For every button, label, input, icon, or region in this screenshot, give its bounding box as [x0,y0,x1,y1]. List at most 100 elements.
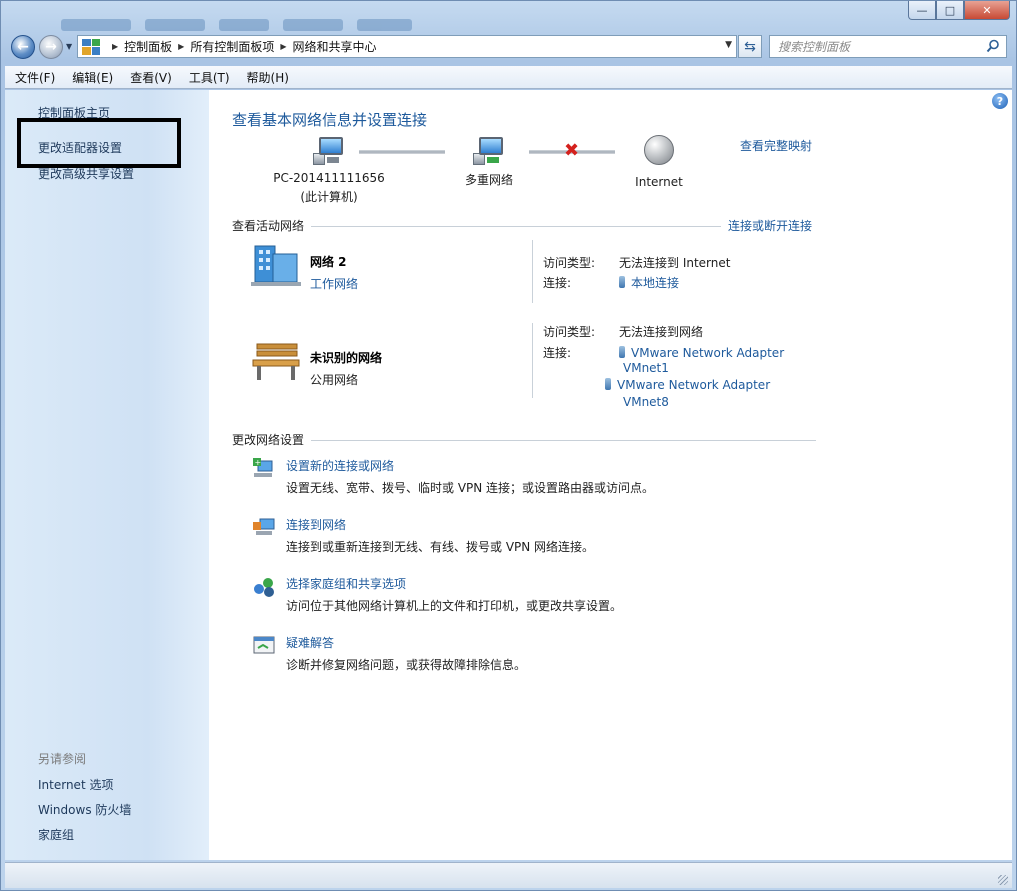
network-2-access: 访问类型: 无法连接到 Internet [543,254,730,271]
vmnet8-link[interactable]: VMware Network Adapter [617,378,770,392]
main-panel: ? 查看基本网络信息并设置连接 查看完整映射 PC-201411111656 (… [209,90,1012,860]
breadcrumb-chevron-icon[interactable]: ▶ [112,42,118,51]
navigation-bar: ← → ▼ ▶ 控制面板 ▶ 所有控制面板项 ▶ 网络和共享中心 ▼ ⇆ [9,33,1010,61]
connections-label: 连接: [543,276,572,290]
address-bar[interactable]: ▶ 控制面板 ▶ 所有控制面板项 ▶ 网络和共享中心 ▼ [77,35,737,58]
vertical-divider [532,323,533,398]
breadcrumb-all-items[interactable]: 所有控制面板项 [190,38,274,55]
task-description: 诊断并修复网络问题，或获得故障排除信息。 [286,658,527,672]
menu-help[interactable]: 帮助(H) [247,69,289,86]
task-description: 访问位于其他网络计算机上的文件和打印机，或更改共享设置。 [286,599,623,613]
refresh-button[interactable]: ⇆ [738,35,762,58]
connections-label: 连接: [543,346,572,360]
search-box[interactable] [769,35,1007,58]
map-node-this-pc: PC-201411111656 (此计算机) [264,137,394,205]
see-also-heading: 另请参阅 [38,752,87,766]
section-divider [311,226,721,227]
network-2-block: 网络 2 工作网络 [310,253,358,292]
breadcrumb-control-panel[interactable]: 控制面板 [124,38,172,55]
access-type-label: 访问类型: [543,256,596,270]
vmnet8-link-line2: VMnet8 [623,395,669,409]
task-description: 设置无线、宽带、拨号、临时或 VPN 连接；或设置路由器或访问点。 [286,481,655,495]
plug-icon [605,378,611,390]
globe-icon [644,135,674,165]
pc-name-label: PC-201411111656 [273,171,385,185]
search-input[interactable] [778,39,978,54]
recent-pages-dropdown[interactable]: ▼ [66,42,72,51]
network-category-link[interactable]: 工作网络 [310,275,358,292]
task-title-link[interactable]: 连接到网络 [286,516,346,533]
work-network-icon [251,240,301,288]
help-icon[interactable]: ? [992,93,1008,109]
see-also-internet-options[interactable]: Internet 选项 [38,776,113,793]
see-also-homegroup[interactable]: 家庭组 [38,826,74,843]
full-map-link[interactable]: 查看完整映射 [740,137,812,154]
plug-icon [619,346,625,358]
task-title-link[interactable]: 疑难解答 [286,634,334,651]
control-panel-icon [82,38,100,55]
vmnet1-link-line2: VMnet1 [623,361,669,375]
page-title: 查看基本网络信息并设置连接 [232,111,428,129]
sidebar: 控制面板主页 更改适配器设置 更改高级共享设置 另请参阅 Internet 选项… [5,90,209,860]
see-also-windows-firewall[interactable]: Windows 防火墙 [38,801,131,818]
menu-file[interactable]: 文件(F) [15,69,55,86]
access-type-value: 无法连接到网络 [619,325,704,339]
local-connection-link[interactable]: 本地连接 [631,276,679,290]
arrow-right-icon: → [45,39,57,55]
map-node-multiple-networks[interactable]: 多重网络 [449,137,529,188]
task-description: 连接到或重新连接到无线、有线、拨号或 VPN 网络连接。 [286,540,595,554]
close-button[interactable]: ✕ [964,1,1010,20]
back-button[interactable]: ← [11,35,35,59]
network-name: 未识别的网络 [310,351,383,365]
task-title-link[interactable]: 选择家庭组和共享选项 [286,575,406,592]
multi-network-icon [473,137,505,165]
menu-edit[interactable]: 编辑(E) [72,69,113,86]
connect-disconnect-link[interactable]: 连接或断开连接 [728,217,812,234]
vmnet1-link[interactable]: VMware Network Adapter [631,346,784,360]
map-link-line [359,150,445,154]
caption-buttons: — □ ✕ [908,1,1010,20]
breadcrumb-network-center[interactable]: 网络和共享中心 [293,38,377,55]
access-type-value: 无法连接到 Internet [619,256,731,270]
internet-label: Internet [635,175,683,189]
unidentified-access: 访问类型: 无法连接到网络 [543,323,703,340]
new-connection-icon: + [253,458,273,477]
vmnet8-link-line1: VMware Network Adapter [605,378,770,392]
network-category: 公用网络 [310,373,359,387]
vmnet8-link-suffix[interactable]: VMnet8 [623,395,669,409]
search-icon[interactable] [986,39,1000,53]
homegroup-icon [254,578,274,597]
vmnet1-link-suffix[interactable]: VMnet1 [623,361,669,375]
client-area: 控制面板主页 更改适配器设置 更改高级共享设置 另请参阅 Internet 选项… [5,90,1012,860]
section-divider [311,440,816,441]
public-network-bench-icon [251,342,301,382]
forward-button[interactable]: → [39,35,63,59]
active-networks-heading: 查看活动网络 [232,219,305,233]
status-bar [5,862,1012,888]
arrow-left-icon: ← [17,39,29,55]
map-node-internet[interactable]: Internet [619,135,699,189]
background-taskbar-blur [61,19,412,31]
breadcrumb-chevron-icon[interactable]: ▶ [280,42,286,51]
resize-grip-icon[interactable] [998,875,1008,885]
maximize-button[interactable]: □ [936,1,964,20]
svg-text:+: + [255,458,262,467]
access-type-label: 访问类型: [543,325,596,339]
vertical-divider [532,240,533,303]
address-dropdown-icon[interactable]: ▼ [725,40,732,50]
breadcrumb-chevron-icon[interactable]: ▶ [178,42,184,51]
minimize-button[interactable]: — [908,1,936,20]
network-2-connections: 连接: 本地连接 [543,274,679,291]
highlight-annotation-box [17,118,181,168]
connect-network-icon [253,518,275,535]
pc-sub-label: (此计算机) [300,190,358,204]
task-title-link[interactable]: 设置新的连接或网络 [286,457,394,474]
menu-tools[interactable]: 工具(T) [189,69,230,86]
multi-network-label: 多重网络 [464,173,513,187]
explorer-window: — □ ✕ ← → ▼ ▶ 控制面板 ▶ 所有控制面板项 ▶ 网络和共享中心 ▼… [0,0,1017,891]
refresh-icon: ⇆ [744,38,756,55]
menu-view[interactable]: 查看(V) [130,69,172,86]
change-settings-heading: 更改网络设置 [232,433,305,447]
plug-icon [619,276,625,288]
disconnected-x-icon: ✖ [564,140,580,161]
